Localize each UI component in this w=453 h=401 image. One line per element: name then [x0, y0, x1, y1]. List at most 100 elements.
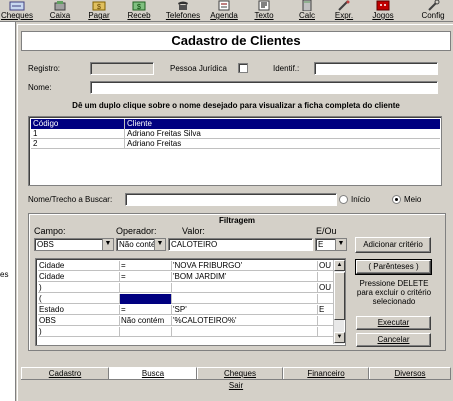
criteria-operador: = [120, 272, 172, 282]
row-cliente: Adriano Freitas Silva [127, 129, 201, 138]
criteria-valor: '%CALOTEIRO%' [172, 316, 318, 326]
pay-icon: $ [92, 1, 106, 11]
scroll-down-icon[interactable]: ▼ [334, 332, 345, 343]
toolbar-button-cheques[interactable]: Cheques [0, 0, 34, 21]
criteria-grid[interactable]: Cidade = 'NOVA FRIBURGO' OU Cidade = 'BOM JARD… [35, 258, 346, 346]
client-registry-panel: Cadastro de Clientes Registro: Pessoa Ju… [17, 24, 453, 401]
criteria-row[interactable]: Estado = 'SP' E [38, 305, 334, 315]
pessoa-juridica-checkbox[interactable] [238, 63, 248, 73]
toolbar-button-calc[interactable]: Calc [293, 0, 321, 21]
instruction-text: Dê um duplo clique sobre o nome desejado… [21, 100, 451, 112]
tab-cheques[interactable]: Cheques [197, 367, 283, 379]
scroll-thumb[interactable] [334, 272, 345, 320]
page-title: Cadastro de Clientes [21, 31, 451, 51]
pessoa-juridica-label: Pessoa Jurídica [170, 64, 227, 73]
criteria-eou: OU [319, 261, 331, 270]
nome-field[interactable] [90, 81, 438, 94]
toolbar-button-agenda[interactable]: Agenda [207, 0, 241, 21]
operador-label: Operador: [116, 226, 157, 236]
toolbar-button-receb[interactable]: $ Receb [122, 0, 156, 21]
toolbar-label: Telefones [165, 11, 201, 20]
parenteses-button[interactable]: ( Parênteses ) [355, 259, 432, 275]
svg-text:$: $ [97, 4, 101, 11]
toolbar-button-config[interactable]: Config [416, 0, 450, 21]
chevron-down-icon[interactable]: ▼ [102, 239, 113, 250]
identif-field[interactable] [314, 62, 438, 75]
main-toolbar: Cheques Caixa $ Pagar $ Receb Telefones … [0, 0, 453, 22]
tab-cadastro[interactable]: Cadastro [21, 367, 109, 379]
tab-financeiro[interactable]: Financeiro [283, 367, 369, 379]
criteria-row[interactable]: Cidade = 'BOM JARDIM' [38, 272, 334, 282]
left-side-panel: es [0, 22, 16, 401]
search-input[interactable] [125, 193, 337, 206]
criteria-row[interactable]: ( [38, 294, 334, 304]
criteria-operador: = [120, 261, 172, 271]
left-strip-text: es [0, 270, 9, 279]
eou-label: E/Ou [316, 226, 337, 236]
criteria-campo: ) [38, 283, 120, 293]
criteria-campo: ( [38, 294, 120, 304]
toolbar-button-jogos[interactable]: Jogos [368, 0, 398, 21]
criteria-valor [172, 294, 318, 304]
campo-select[interactable]: OBS ▼ [34, 238, 114, 251]
row-codigo: 1 [33, 129, 125, 139]
cash-register-icon [54, 1, 66, 11]
criteria-eou: OU [319, 283, 331, 292]
toolbar-label: Caixa [49, 11, 71, 20]
criteria-campo: ) [38, 327, 120, 337]
criteria-valor: 'SP' [172, 305, 318, 315]
criteria-row[interactable]: OBS Não contém '%CALOTEIRO%' [38, 316, 334, 326]
exit-button[interactable]: Sair [21, 379, 451, 391]
table-row[interactable]: 2 Adriano Freitas [31, 139, 440, 149]
radio-inicio[interactable] [339, 195, 348, 204]
criteria-valor: 'NOVA FRIBURGO' [172, 261, 318, 271]
header-codigo: Código [33, 119, 125, 129]
chevron-down-icon[interactable]: ▼ [154, 239, 165, 250]
radio-meio-label: Meio [404, 195, 422, 204]
valor-label: Valor: [182, 226, 205, 236]
cancelar-button[interactable]: Cancelar [356, 333, 431, 347]
toolbar-button-texto[interactable]: Texto [250, 0, 278, 21]
svg-text:$: $ [137, 4, 141, 11]
criteria-operador: Não contém [120, 316, 172, 326]
executar-button[interactable]: Executar [356, 316, 431, 330]
valor-input[interactable]: CALOTEIRO [168, 238, 313, 251]
criteria-valor [172, 327, 318, 337]
row-cliente: Adriano Freitas [127, 139, 182, 148]
toolbar-label: Expr. [334, 11, 354, 20]
toolbar-label: Cheques [0, 11, 34, 20]
toolbar-button-caixa[interactable]: Caixa [44, 0, 76, 21]
nome-label: Nome: [28, 83, 52, 92]
radio-inicio-label: Início [351, 195, 371, 204]
toolbar-button-expr[interactable]: Expr. [330, 0, 358, 21]
campo-label: Campo: [34, 226, 66, 236]
criteria-scrollbar[interactable]: ▲ ▼ [333, 260, 345, 344]
criteria-row[interactable]: Cidade = 'NOVA FRIBURGO' OU [38, 261, 334, 271]
row-codigo: 2 [33, 139, 125, 149]
operador-select[interactable]: Não contém ▼ [116, 238, 166, 251]
eou-select[interactable]: E ▼ [315, 238, 347, 251]
chevron-down-icon[interactable]: ▼ [335, 239, 346, 250]
tab-busca[interactable]: Busca [109, 367, 197, 379]
criteria-operador [120, 283, 172, 293]
filter-title: Filtragem [219, 216, 256, 225]
criteria-operador: = [120, 305, 172, 315]
client-grid[interactable]: Código Cliente 1 Adriano Freitas Silva 2… [28, 116, 442, 186]
campo-select-value: OBS [37, 240, 54, 249]
table-row[interactable]: 1 Adriano Freitas Silva [31, 129, 440, 139]
add-criteria-button[interactable]: Adicionar critério [355, 237, 431, 253]
toolbar-label: Agenda [210, 11, 238, 20]
tab-diversos[interactable]: Diversos [369, 367, 451, 379]
registro-field[interactable] [90, 62, 154, 75]
text-icon [258, 0, 270, 11]
delete-hint: Pressione DELETE para excluir o critério… [356, 279, 432, 306]
toolbar-button-pagar[interactable]: $ Pagar [84, 0, 114, 21]
criteria-row[interactable]: ) [38, 327, 334, 337]
toolbar-button-telefones[interactable]: Telefones [163, 0, 203, 21]
scroll-up-icon[interactable]: ▲ [334, 260, 345, 271]
toolbar-label: Jogos [372, 11, 394, 20]
criteria-row[interactable]: ) OU [38, 283, 334, 293]
radio-meio[interactable] [392, 195, 401, 204]
window: Cheques Caixa $ Pagar $ Receb Telefones … [0, 0, 453, 401]
games-icon [376, 0, 390, 11]
